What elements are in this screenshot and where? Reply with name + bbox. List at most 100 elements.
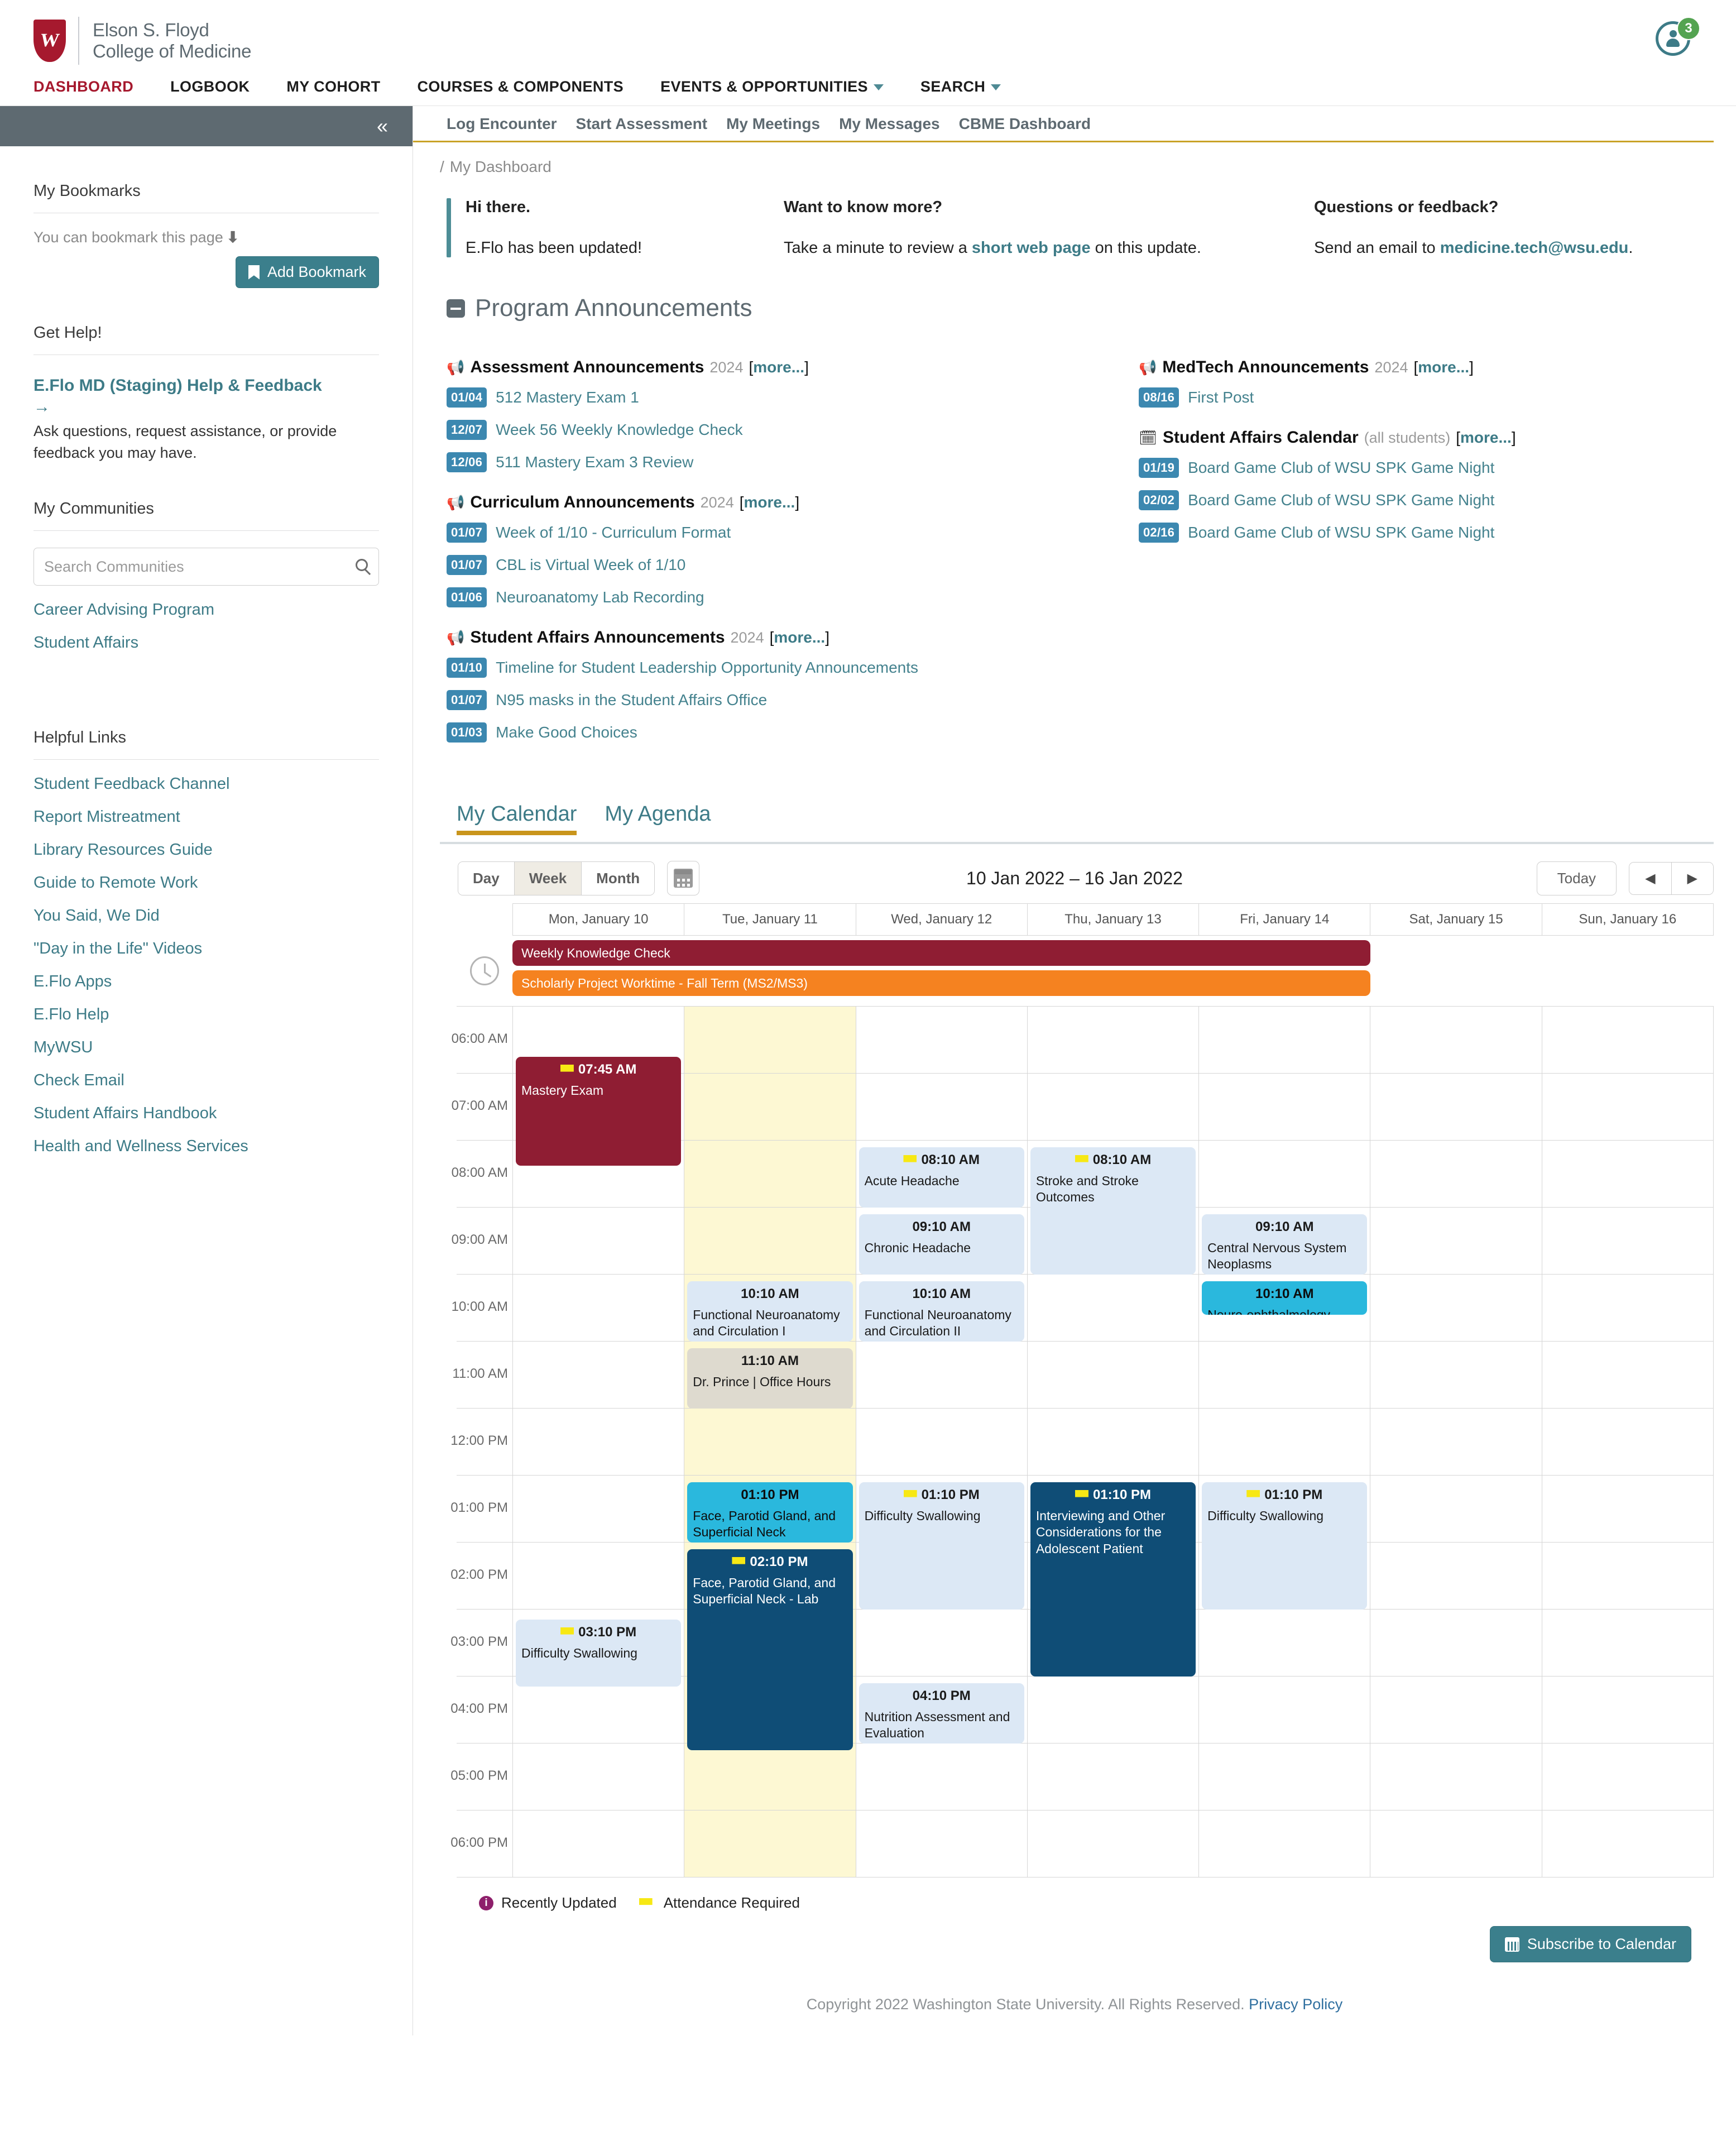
announcement-link[interactable]: First Post xyxy=(1188,389,1254,406)
list-item[interactable]: 01/06 Neuroanatomy Lab Recording xyxy=(447,581,1072,614)
calendar-event[interactable]: 01:10 PM Interviewing and Other Considera… xyxy=(1030,1482,1196,1677)
nav-item-logbook[interactable]: LOGBOOK xyxy=(152,78,268,95)
hour-slot[interactable] xyxy=(513,1409,684,1476)
subscribe-to-calendar-button[interactable]: Subscribe to Calendar xyxy=(1489,1926,1691,1962)
hour-slot[interactable] xyxy=(1370,1744,1542,1810)
hour-slot[interactable] xyxy=(1370,1677,1542,1744)
helpful-link-library-resources-guide[interactable]: Library Resources Guide xyxy=(33,834,379,866)
hour-slot[interactable] xyxy=(1370,1074,1542,1141)
announcement-link[interactable]: CBL is Virtual Week of 1/10 xyxy=(496,556,685,574)
calendar-event[interactable]: 10:10 AM Functional Neuroanatomy and Circ… xyxy=(687,1281,853,1342)
helpful-link-student-affairs-handbook[interactable]: Student Affairs Handbook xyxy=(33,1097,379,1130)
helpful-link-check-email[interactable]: Check Email xyxy=(33,1064,379,1097)
community-item-career-advising[interactable]: Career Advising Program xyxy=(33,593,379,626)
hour-slot[interactable] xyxy=(1027,1409,1199,1476)
helpful-link-health-wellness-services[interactable]: Health and Wellness Services xyxy=(33,1130,379,1163)
hour-slot[interactable] xyxy=(1199,1074,1370,1141)
quicklink-log-encounter[interactable]: Log Encounter xyxy=(447,115,576,133)
hour-slot[interactable] xyxy=(1027,1275,1199,1342)
announcement-link[interactable]: Board Game Club of WSU SPK Game Night xyxy=(1188,459,1494,477)
quicklink-my-messages[interactable]: My Messages xyxy=(839,115,959,133)
program-announcements-header[interactable]: Program Announcements xyxy=(413,263,1736,331)
hour-slot[interactable] xyxy=(684,1810,856,1877)
hour-slot[interactable] xyxy=(1027,1007,1199,1074)
hour-slot[interactable] xyxy=(684,1409,856,1476)
quicklink-start-assessment[interactable]: Start Assessment xyxy=(576,115,727,133)
list-item[interactable]: 02/02 Board Game Club of WSU SPK Game Nig… xyxy=(1139,484,1697,516)
calendar-event[interactable]: 04:10 PM Nutrition Assessment and Evaluat… xyxy=(859,1683,1024,1744)
short-web-page-link[interactable]: short web page xyxy=(972,239,1091,257)
calendar-event[interactable]: 09:10 AM Chronic Headache xyxy=(859,1214,1024,1275)
privacy-policy-link[interactable]: Privacy Policy xyxy=(1249,1996,1342,2013)
hour-slot[interactable] xyxy=(1199,1810,1370,1877)
helpful-link-guide-to-remote-work[interactable]: Guide to Remote Work xyxy=(33,866,379,899)
helpful-link-student-feedback-channel[interactable]: Student Feedback Channel xyxy=(33,768,379,801)
announcement-link[interactable]: Neuroanatomy Lab Recording xyxy=(496,588,704,606)
hour-slot[interactable] xyxy=(1542,1677,1713,1744)
list-item[interactable]: 01/07 N95 masks in the Student Affairs Of… xyxy=(447,684,1072,716)
hour-slot[interactable] xyxy=(1027,1677,1199,1744)
calendar-event[interactable]: 03:10 PM Difficulty Swallowing xyxy=(516,1620,682,1687)
hour-slot[interactable] xyxy=(1542,1007,1713,1074)
day-column-thu[interactable]: 08:10 AM Stroke and Stroke Outcomes 01:10 … xyxy=(1027,1007,1200,1877)
hour-slot[interactable] xyxy=(1199,1007,1370,1074)
calendar-event[interactable]: 01:10 PM Face, Parotid Gland, and Superfi… xyxy=(687,1482,853,1543)
hour-slot[interactable] xyxy=(1199,1744,1370,1810)
student-affairs-calendar-more-link[interactable]: more... xyxy=(1460,429,1512,446)
hour-slot[interactable] xyxy=(684,1074,856,1141)
hour-slot[interactable] xyxy=(513,1677,684,1744)
all-day-event-scholarly-project-worktime[interactable]: Scholarly Project Worktime - Fall Term (… xyxy=(512,970,1371,996)
list-item[interactable]: 12/07 Week 56 Weekly Knowledge Check xyxy=(447,414,1072,446)
hour-slot[interactable] xyxy=(1027,1810,1199,1877)
hour-slot[interactable] xyxy=(1370,1409,1542,1476)
notification-badge[interactable]: 3 xyxy=(1677,17,1700,40)
hour-slot[interactable] xyxy=(1199,1409,1370,1476)
hour-slot[interactable] xyxy=(1199,1342,1370,1409)
date-picker-button[interactable] xyxy=(667,861,700,895)
announcement-link[interactable]: Week 56 Weekly Knowledge Check xyxy=(496,421,743,439)
search-communities[interactable] xyxy=(33,548,379,586)
brand-logo[interactable]: W Elson S. Floyd College of Medicine xyxy=(0,0,1736,65)
view-month-button[interactable]: Month xyxy=(582,861,655,895)
prev-week-button[interactable]: ◀ xyxy=(1629,862,1672,894)
list-item[interactable]: 01/07 CBL is Virtual Week of 1/10 xyxy=(447,549,1072,581)
hour-slot[interactable] xyxy=(1199,1677,1370,1744)
day-column-sat[interactable] xyxy=(1370,1007,1542,1877)
day-column-tue[interactable]: 10:10 AM Functional Neuroanatomy and Circ… xyxy=(684,1007,856,1877)
community-item-student-affairs[interactable]: Student Affairs xyxy=(33,626,379,659)
announcement-link[interactable]: Board Game Club of WSU SPK Game Night xyxy=(1188,524,1494,542)
list-item[interactable]: 02/16 Board Game Club of WSU SPK Game Nig… xyxy=(1139,516,1697,549)
hour-slot[interactable] xyxy=(1542,1342,1713,1409)
hour-slot[interactable] xyxy=(1542,1476,1713,1543)
hour-slot[interactable] xyxy=(1370,1141,1542,1208)
list-item[interactable]: 12/06 511 Mastery Exam 3 Review xyxy=(447,446,1072,478)
hour-slot[interactable] xyxy=(1542,1610,1713,1677)
hour-slot[interactable] xyxy=(1027,1342,1199,1409)
nav-item-my-cohort[interactable]: MY COHORT xyxy=(268,78,399,95)
nav-item-search[interactable]: SEARCH xyxy=(902,78,1019,95)
day-column-wed[interactable]: 08:10 AM Acute Headache 09:10 AM Chronic He… xyxy=(856,1007,1028,1877)
day-column-fri[interactable]: 09:10 AM Central Nervous System Neoplasms… xyxy=(1199,1007,1371,1877)
helpful-link-eflo-help[interactable]: E.Flo Help xyxy=(33,998,379,1031)
hour-slot[interactable] xyxy=(1542,1744,1713,1810)
list-item[interactable]: 01/03 Make Good Choices xyxy=(447,716,1072,749)
hour-slot[interactable] xyxy=(684,1208,856,1275)
hour-slot[interactable] xyxy=(1542,1074,1713,1141)
hour-slot[interactable] xyxy=(1542,1810,1713,1877)
hour-slot[interactable] xyxy=(1370,1007,1542,1074)
list-item[interactable]: 01/19 Board Game Club of WSU SPK Game Nig… xyxy=(1139,452,1697,484)
helpful-link-mywsu[interactable]: MyWSU xyxy=(33,1031,379,1064)
hour-slot[interactable] xyxy=(1370,1342,1542,1409)
quicklink-cbme-dashboard[interactable]: CBME Dashboard xyxy=(959,115,1110,133)
nav-item-dashboard[interactable]: DASHBOARD xyxy=(33,78,152,95)
today-button[interactable]: Today xyxy=(1536,861,1617,895)
list-item[interactable]: 01/07 Week of 1/10 - Curriculum Format xyxy=(447,516,1072,549)
hour-slot[interactable] xyxy=(1199,1610,1370,1677)
announcement-link[interactable]: Make Good Choices xyxy=(496,724,637,741)
hour-slot[interactable] xyxy=(1370,1275,1542,1342)
hour-slot[interactable] xyxy=(1542,1543,1713,1610)
hour-slot[interactable] xyxy=(684,1141,856,1208)
hour-slot[interactable] xyxy=(856,1744,1027,1810)
hour-slot[interactable] xyxy=(1370,1610,1542,1677)
calendar-event[interactable]: 10:10 AM Functional Neuroanatomy and Circ… xyxy=(859,1281,1024,1342)
